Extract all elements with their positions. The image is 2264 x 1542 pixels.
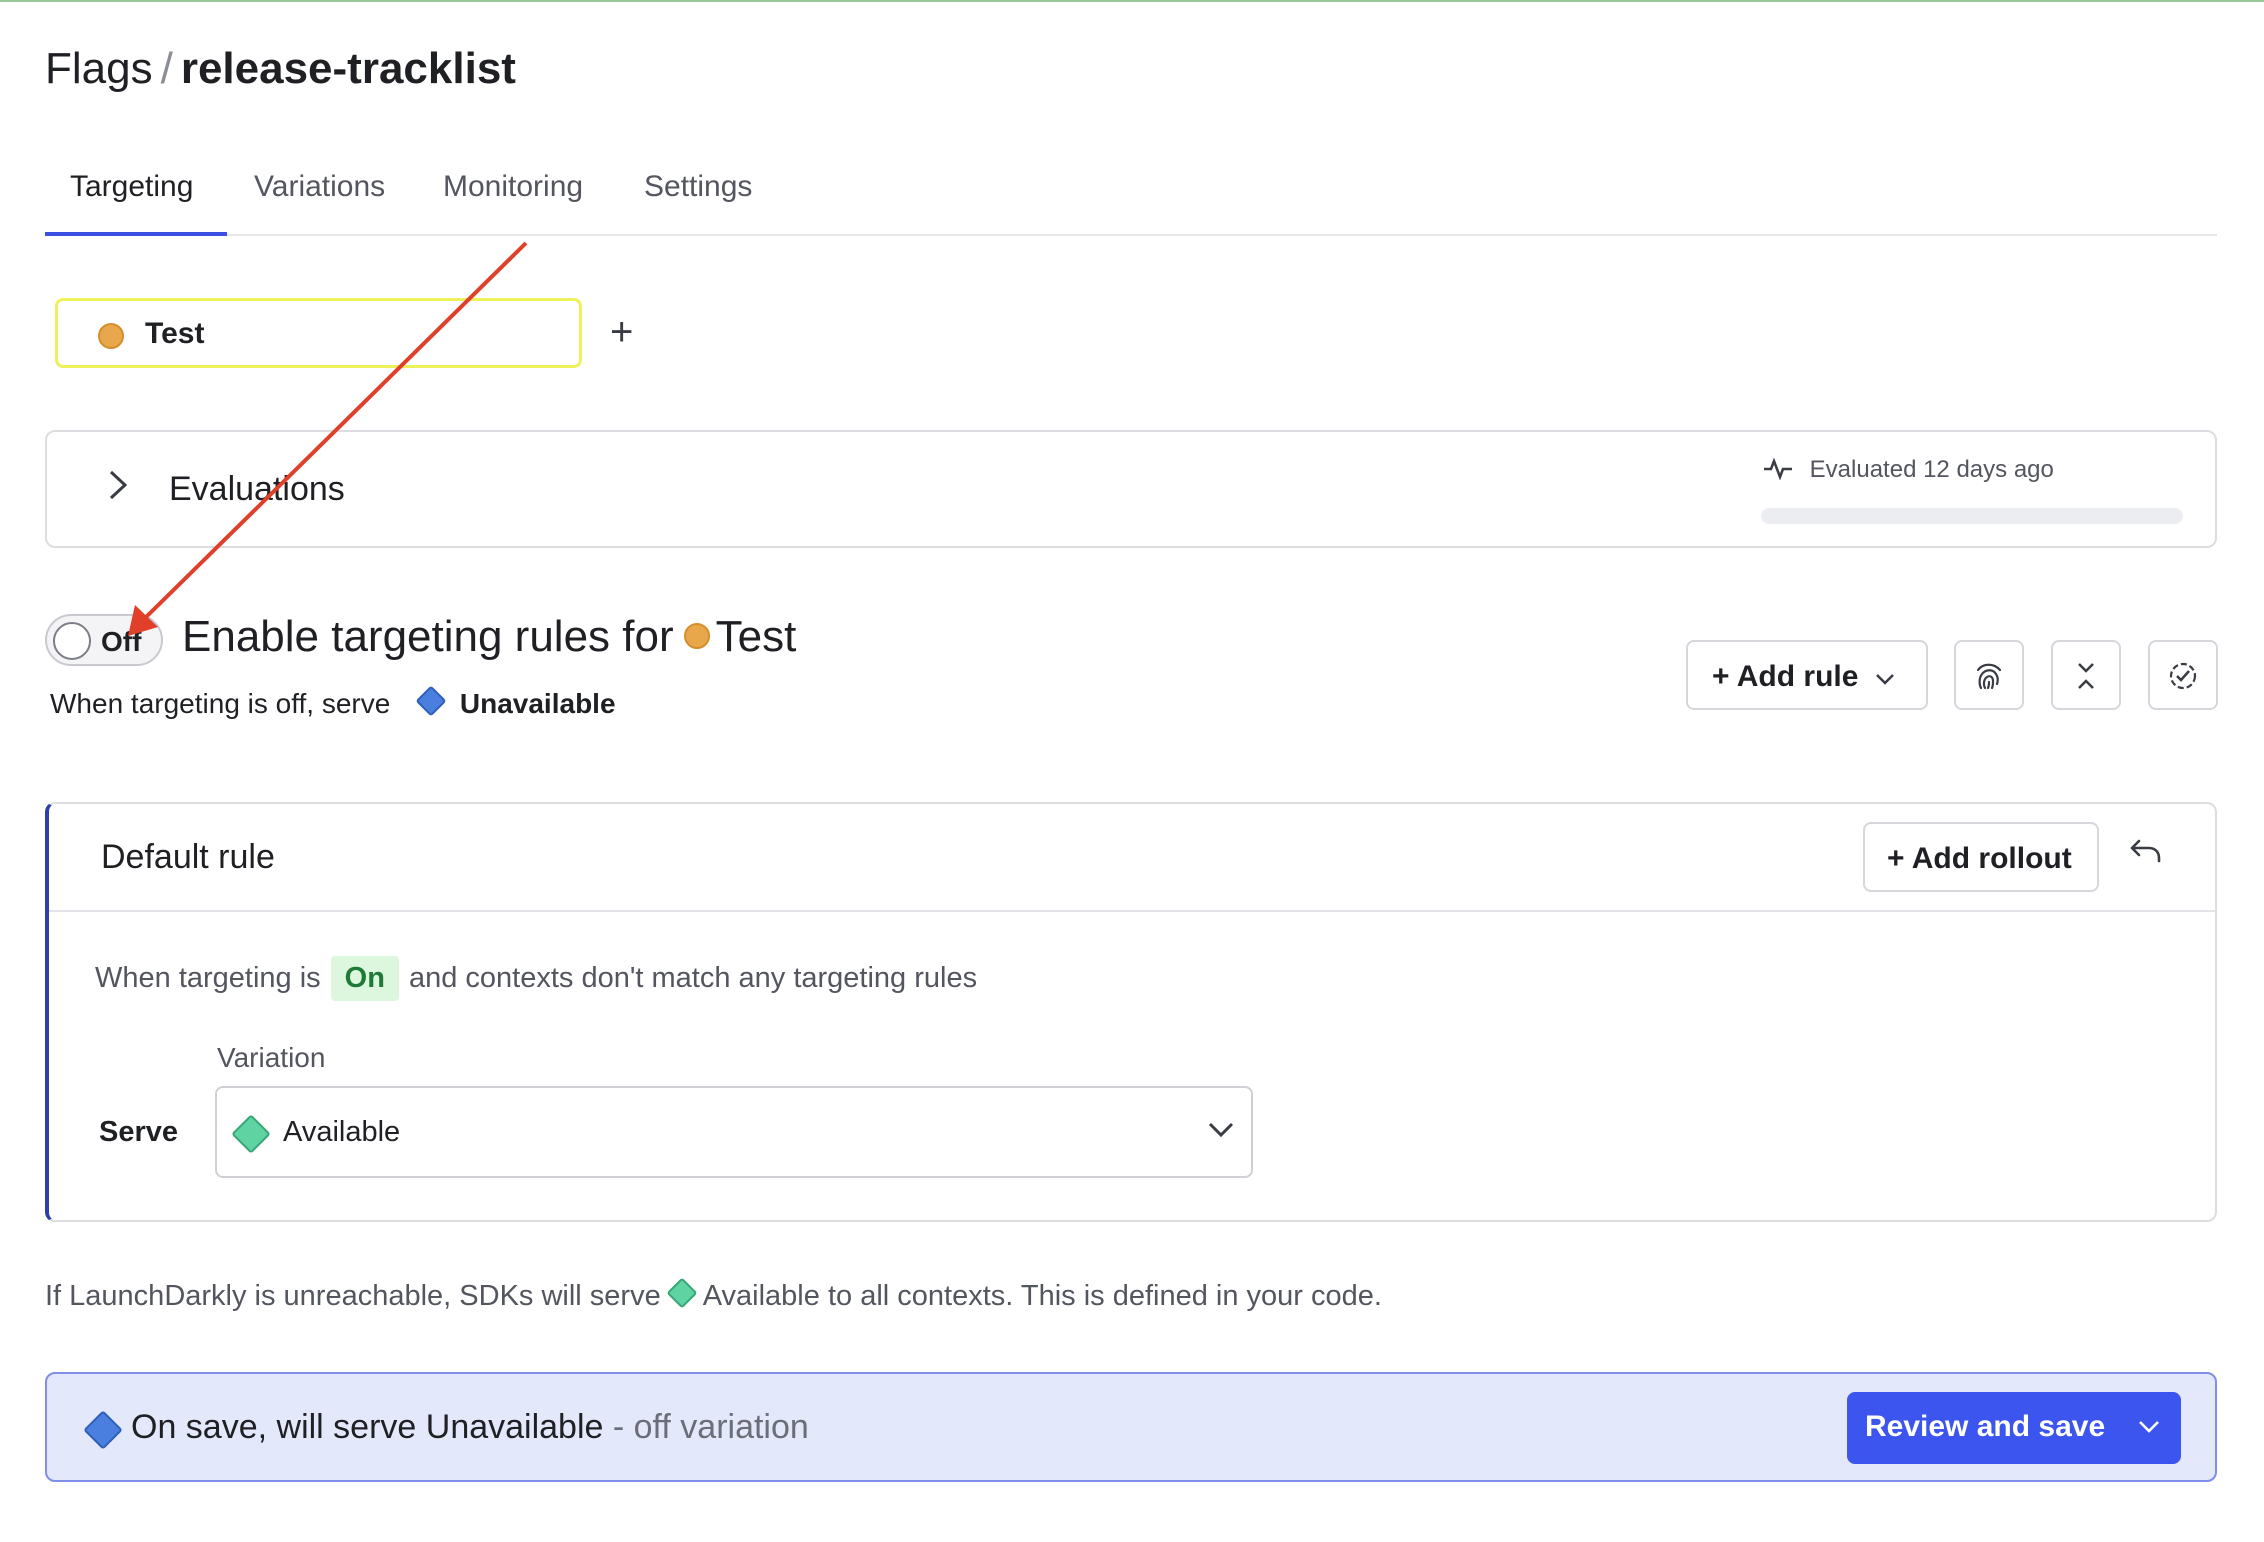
evaluations-status: Evaluated 12 days ago	[1763, 456, 2054, 484]
active-tab-indicator	[45, 232, 227, 236]
status-badge: On	[330, 956, 399, 1001]
desc-prefix: When targeting is	[95, 962, 321, 994]
evaluations-title[interactable]: Evaluations	[169, 470, 345, 509]
fallback-prefix: If LaunchDarkly is unreachable, SDKs wil…	[45, 1280, 661, 1312]
breadcrumb-root[interactable]: Flags	[45, 44, 153, 93]
environment-color-dot	[98, 323, 124, 349]
plus-icon: +	[1712, 660, 1737, 693]
chevron-down-icon	[1875, 674, 1894, 685]
variation-diamond-icon	[666, 1277, 698, 1309]
add-rule-button[interactable]: + Add rule	[1686, 640, 1928, 710]
fallback-note: If LaunchDarkly is unreachable, SDKs wil…	[45, 1277, 1382, 1313]
off-serve-line: When targeting is off, serve Unavailable	[50, 685, 616, 720]
targeting-heading: Enable targeting rules for Test	[182, 612, 796, 662]
add-rule-label: Add rule	[1736, 660, 1859, 693]
undo-icon[interactable]	[2129, 832, 2163, 874]
breadcrumb: Flags / release-tracklist	[45, 44, 516, 94]
variation-select[interactable]: Available	[215, 1086, 1253, 1178]
add-rollout-button[interactable]: + Add rollout	[1863, 822, 2099, 892]
evaluations-panel: Evaluations Evaluated 12 days ago	[45, 430, 2217, 548]
selected-variation: Available	[283, 1116, 401, 1148]
default-rule-header: Default rule + Add rollout	[49, 804, 2215, 912]
evaluations-status-text: Evaluated 12 days ago	[1809, 456, 2054, 483]
targeting-heading-env: Test	[715, 612, 797, 661]
save-summary-muted: - off variation	[603, 1408, 809, 1446]
tab-targeting[interactable]: Targeting	[70, 170, 193, 204]
tab-monitoring[interactable]: Monitoring	[443, 170, 583, 204]
review-and-save-button[interactable]: Review and save	[1847, 1392, 2181, 1464]
chevron-down-icon[interactable]	[2137, 1408, 2161, 1442]
plus-icon[interactable]: +	[610, 312, 633, 352]
variation-diamond-icon	[231, 1114, 271, 1154]
save-summary-main: On save, will serve Unavailable	[131, 1408, 604, 1446]
tab-bar: Targeting Variations Monitoring Settings	[45, 160, 2217, 236]
variation-label: Variation	[217, 1042, 326, 1073]
save-bar: On save, will serve Unavailable - off va…	[45, 1372, 2217, 1482]
targeting-heading-prefix: Enable targeting rules for	[182, 612, 674, 661]
environment-name: Test	[145, 317, 205, 350]
environment-color-dot	[683, 623, 710, 649]
fallback-suffix: to all contexts. This is defined in your…	[827, 1280, 1382, 1312]
targeting-toggle[interactable]: Off	[45, 614, 163, 666]
save-summary: On save, will serve Unavailable - off va…	[131, 1408, 809, 1447]
plus-icon: +	[1887, 842, 1912, 875]
top-accent-line	[0, 0, 2264, 2]
tab-settings[interactable]: Settings	[644, 170, 752, 204]
variation-diamond-icon	[415, 685, 447, 717]
off-variation[interactable]: Unavailable	[460, 688, 616, 719]
toggle-label: Off	[101, 626, 142, 657]
default-rule-title: Default rule	[101, 838, 275, 876]
off-serve-prefix: When targeting is off, serve	[50, 688, 391, 719]
fallback-variation: Available	[702, 1280, 820, 1312]
desc-suffix: and contexts don't match any targeting r…	[408, 962, 978, 994]
environment-selector[interactable]: Test	[55, 298, 582, 368]
serve-label: Serve	[99, 1116, 179, 1148]
chevron-right-icon[interactable]	[107, 468, 129, 509]
fingerprint-icon[interactable]	[1954, 640, 2024, 710]
breadcrumb-separator: /	[160, 44, 173, 93]
chevron-down-icon	[1207, 1110, 1235, 1147]
default-rule-card: Default rule + Add rollout When targetin…	[45, 802, 2217, 1222]
toggle-knob	[53, 622, 91, 660]
page-title: release-tracklist	[180, 44, 516, 93]
variation-diamond-icon	[83, 1410, 123, 1450]
default-rule-description: When targeting is On and contexts don't ma…	[95, 956, 977, 1001]
collapse-icon[interactable]	[2051, 640, 2121, 710]
pulse-icon	[1763, 456, 1800, 483]
tab-variations[interactable]: Variations	[254, 170, 385, 204]
review-and-save-label: Review and save	[1865, 1410, 2106, 1443]
evaluations-bar	[1761, 508, 2183, 524]
check-circle-icon[interactable]	[2148, 640, 2218, 710]
add-rollout-label: Add rollout	[1911, 842, 2072, 875]
